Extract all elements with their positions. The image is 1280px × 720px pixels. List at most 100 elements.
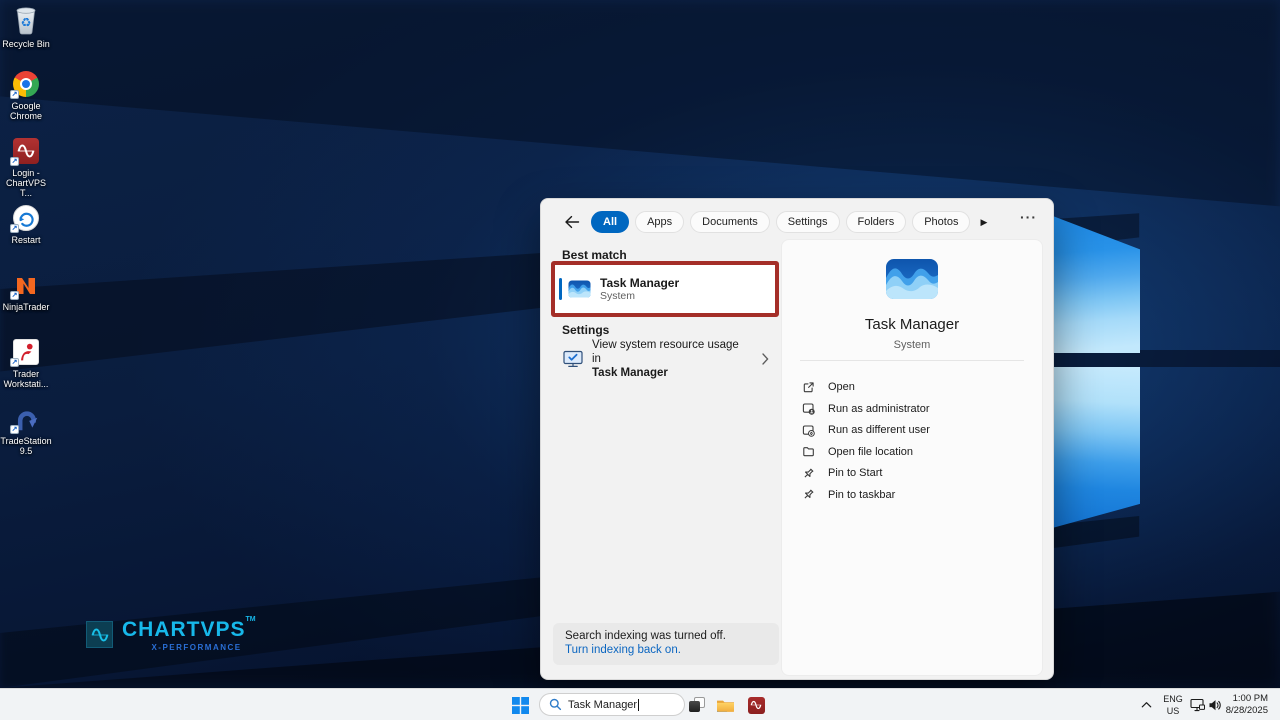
tab-settings[interactable]: Settings	[775, 211, 840, 233]
tab-photos[interactable]: Photos	[912, 211, 971, 233]
task-view-button[interactable]	[689, 697, 706, 713]
best-match-subtitle: System	[600, 289, 636, 302]
windows-desktop-screen: ♻ Recycle Bin ↗ Google Chrome ↗ Login - …	[0, 0, 1280, 720]
tab-apps[interactable]: Apps	[635, 211, 685, 233]
settings-result-task-manager[interactable]: View system resource usage in Task Manag…	[551, 338, 779, 380]
shortcut-arrow-icon: ↗	[10, 224, 19, 233]
taskbar-search-value: Task Manager	[568, 698, 638, 711]
desktop-icon-ninjatrader[interactable]: ↗ NinjaTrader	[2, 271, 50, 312]
clock-time: 1:00 PM	[1232, 693, 1268, 704]
divider	[800, 360, 1024, 361]
tray-clock[interactable]: 1:00 PM 8/28/2025	[1226, 693, 1268, 717]
tray-network-button[interactable]	[1189, 697, 1205, 713]
tab-folders[interactable]: Folders	[845, 211, 907, 233]
tradestation-icon: ↗	[10, 405, 40, 434]
windows-logo-pane-top	[1045, 213, 1140, 353]
chartvps-app-icon	[747, 696, 765, 714]
desktop-icon-tradestation[interactable]: ↗ TradeStation 9.5	[0, 405, 52, 456]
windows-logo-pane-bottom	[1045, 367, 1140, 530]
tab-documents[interactable]: Documents	[690, 211, 770, 233]
watermark-tagline: X-PERFORMANCE	[151, 643, 242, 652]
language-code: ENG	[1163, 694, 1183, 704]
file-explorer-icon	[717, 700, 734, 712]
restart-icon: ↗	[10, 204, 40, 233]
more-options-icon[interactable]: ···	[1020, 209, 1037, 225]
run-as-admin-icon	[802, 403, 815, 415]
desktop-icon-google-chrome[interactable]: ↗ Google Chrome	[2, 70, 50, 121]
settings-header: Settings	[562, 323, 610, 337]
tray-show-hidden-icons[interactable]	[1139, 698, 1154, 711]
tab-all[interactable]: All	[591, 211, 630, 233]
chevron-right-icon	[762, 353, 769, 365]
run-as-different-user-icon	[802, 424, 815, 437]
tray-volume-button[interactable]	[1207, 697, 1223, 713]
action-run-as-administrator[interactable]: Run as administrator	[802, 402, 1032, 416]
shortcut-arrow-icon: ↗	[10, 358, 19, 367]
settings-result-line1: View system resource usage in	[592, 339, 739, 365]
search-icon	[549, 698, 562, 711]
svg-text:♻: ♻	[21, 15, 32, 29]
desktop-icon-label: NinjaTrader	[2, 302, 50, 312]
best-match-header: Best match	[562, 248, 627, 262]
desktop-icon-trader-workstation[interactable]: ↗ Trader Workstati...	[2, 338, 50, 389]
file-explorer-button[interactable]	[716, 697, 735, 713]
folder-icon	[803, 447, 814, 457]
search-filter-tabs: All Apps Documents Settings Folders Phot…	[561, 210, 1013, 234]
taskbar-search-box[interactable]: Task Manager	[539, 693, 685, 716]
chartvps-app-button[interactable]	[747, 696, 765, 714]
monitor-check-icon	[563, 350, 583, 367]
action-pin-to-taskbar[interactable]: Pin to taskbar	[802, 488, 1032, 502]
action-pin-to-start[interactable]: Pin to Start	[802, 466, 1032, 480]
shortcut-arrow-icon: ↗	[10, 157, 19, 166]
preview-title: Task Manager	[864, 316, 960, 333]
selection-accent-bar	[559, 278, 562, 300]
recycle-bin-icon: ♻	[11, 4, 41, 36]
chartvps-login-icon: ↗	[10, 137, 40, 166]
tabs-overflow-icon[interactable]: ▶	[980, 217, 987, 228]
shortcut-arrow-icon: ↗	[10, 291, 19, 300]
text-cursor	[638, 698, 640, 711]
pin-icon	[802, 488, 815, 501]
network-icon	[1189, 698, 1205, 712]
taskbar: Task Manager ENG US 1:00 PM 8/28/2025	[0, 688, 1280, 720]
search-flyout: All Apps Documents Settings Folders Phot…	[540, 198, 1054, 680]
pin-icon	[802, 467, 815, 480]
trader-workstation-icon: ↗	[10, 338, 40, 367]
chevron-up-icon	[1141, 702, 1152, 708]
action-open[interactable]: Open	[802, 380, 1032, 394]
start-button[interactable]	[509, 694, 531, 716]
desktop-icon-label: Restart	[11, 235, 41, 245]
best-match-title: Task Manager	[600, 275, 680, 290]
settings-result-line2: Task Manager	[592, 367, 668, 379]
chartvps-logo-icon	[86, 621, 113, 648]
indexing-link[interactable]: Turn indexing back on.	[565, 643, 767, 658]
task-manager-icon-large	[885, 258, 939, 300]
tray-language-indicator[interactable]: ENG US	[1160, 693, 1186, 717]
shortcut-arrow-icon: ↗	[10, 90, 19, 99]
desktop-icon-label: Login - ChartVPS T...	[5, 168, 47, 198]
language-region: US	[1166, 706, 1180, 716]
desktop-icon-restart[interactable]: ↗ Restart	[2, 204, 50, 245]
preview-subtitle: System	[893, 339, 931, 351]
indexing-message: Search indexing was turned off.	[565, 630, 726, 642]
chartvps-watermark: CHARTVPSTM X-PERFORMANCE	[86, 616, 256, 652]
best-match-task-manager[interactable]: Task Manager System	[551, 261, 779, 317]
result-preview-panel: Task Manager System Open Run as administ…	[781, 239, 1043, 676]
desktop-icon-label: TradeStation 9.5	[0, 436, 52, 456]
search-indexing-notice: Search indexing was turned off. Turn ind…	[553, 623, 779, 665]
desktop-icon-label: Trader Workstati...	[3, 369, 49, 389]
clock-date: 8/28/2025	[1225, 705, 1268, 716]
back-button[interactable]	[561, 211, 583, 233]
task-manager-icon	[568, 280, 591, 298]
watermark-brand: CHARTVPS	[122, 618, 246, 641]
desktop-icon-login-chartvps[interactable]: ↗ Login - ChartVPS T...	[2, 137, 50, 198]
watermark-tm: TM	[245, 616, 256, 623]
desktop-icon-label: Recycle Bin	[2, 39, 50, 49]
windows-logo-icon	[511, 696, 529, 714]
open-external-icon	[803, 381, 814, 392]
ninjatrader-icon: ↗	[10, 271, 40, 300]
chrome-icon: ↗	[10, 70, 40, 99]
action-run-as-different-user[interactable]: Run as different user	[802, 423, 1032, 437]
desktop-icon-recycle-bin[interactable]: ♻ Recycle Bin	[2, 4, 50, 49]
action-open-file-location[interactable]: Open file location	[802, 445, 1032, 459]
